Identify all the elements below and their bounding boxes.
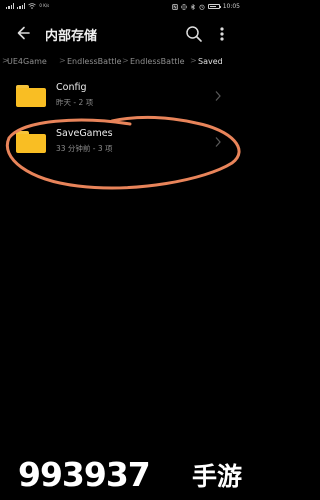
battery-icon (207, 4, 221, 9)
breadcrumb-item-saved[interactable]: Saved (198, 57, 223, 66)
annotation-circle (5, 115, 241, 190)
signal-icon (6, 3, 15, 9)
network-speed: 0 K/s (39, 3, 50, 8)
folder-icon (16, 131, 46, 153)
page-title: 内部存储 (45, 29, 98, 44)
vibrate-icon (181, 3, 187, 10)
back-arrow-icon[interactable] (14, 22, 36, 44)
breadcrumb-item-endlessbattle[interactable]: EndlessBattle (67, 57, 122, 66)
alarm-icon (199, 4, 205, 10)
breadcrumb-separator: > (122, 56, 129, 65)
breadcrumb-item-endlessbattle-2[interactable]: EndlessBattle (130, 57, 185, 66)
file-name: SaveGames (56, 128, 113, 139)
list-item-config[interactable]: Config 昨天 - 2 项 (0, 78, 245, 118)
breadcrumb-item-ue4game[interactable]: UE4Game (7, 57, 47, 66)
signal-2-icon (17, 3, 26, 9)
status-right: 10:05 (171, 3, 240, 10)
folder-icon (16, 85, 46, 107)
clock: 10:05 (222, 3, 240, 10)
app-bar: 内部存储 (0, 18, 245, 48)
chevron-right-icon (215, 91, 221, 101)
status-bar: 0 K/s 10:05 (0, 0, 245, 14)
more-vert-icon[interactable] (213, 23, 231, 45)
nfc-icon (171, 3, 178, 10)
breadcrumb-separator: > (59, 56, 66, 65)
file-meta: 昨天 - 2 项 (56, 98, 94, 107)
status-left: 0 K/s (6, 3, 49, 9)
breadcrumb-separator: > (190, 56, 197, 65)
watermark-number: 993937 (18, 455, 151, 494)
chevron-right-icon (215, 137, 221, 147)
breadcrumb: > UE4Game > EndlessBattle > EndlessBattl… (0, 53, 245, 69)
file-name: Config (56, 82, 87, 93)
wifi-icon (28, 3, 37, 9)
watermark: 993937 手游 (18, 455, 243, 495)
search-icon[interactable] (183, 23, 205, 45)
watermark-text: 手游 (192, 462, 243, 491)
file-meta: 33 分钟前 - 3 项 (56, 144, 113, 153)
list-item-savegames[interactable]: SaveGames 33 分钟前 - 3 项 (0, 124, 245, 164)
bluetooth-icon (190, 3, 195, 10)
